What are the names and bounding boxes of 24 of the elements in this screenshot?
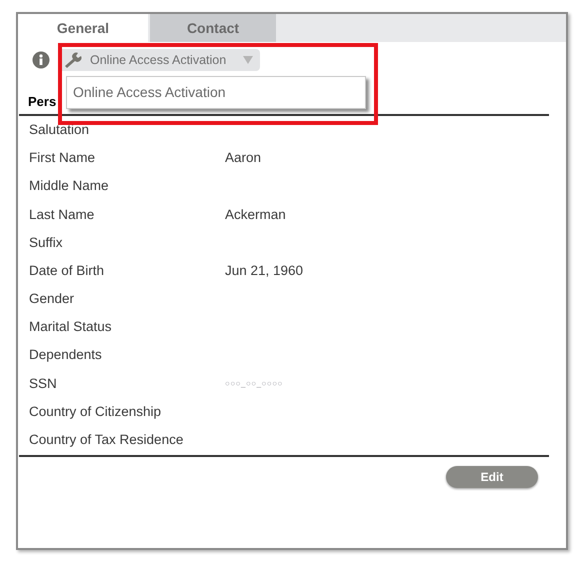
section-title: Pers — [28, 93, 56, 111]
field-value: Aaron — [225, 149, 262, 168]
field-label: Gender — [29, 290, 76, 308]
field-label: SSN — [29, 374, 58, 393]
field-label: Last Name — [29, 206, 96, 224]
field-label: Dependents — [29, 346, 103, 364]
field-label: Middle Name — [29, 177, 110, 196]
field-label: Country of Tax Residence — [29, 431, 184, 450]
field-label: First Name — [29, 149, 96, 168]
field-label: Marital Status — [29, 318, 113, 336]
wrench-icon — [64, 52, 82, 68]
tab[interactable]: Contact — [150, 14, 276, 42]
info-icon[interactable] — [32, 51, 50, 69]
field-value: Jun 21, 1960 — [225, 262, 304, 280]
field-label: Country of Citizenship — [29, 402, 162, 421]
edit-button[interactable]: Edit — [446, 466, 538, 488]
field-label: Salutation — [29, 120, 90, 139]
field-label: Date of Birth — [29, 262, 106, 280]
dropdown-label: Online Access Activation — [90, 52, 226, 69]
field-label: Suffix — [29, 234, 64, 252]
tab[interactable]: General — [18, 14, 148, 42]
field-value: Ackerman — [225, 206, 286, 224]
field-value: ○○○_○○_○○○○ — [225, 378, 283, 390]
menu-item[interactable]: Online Access Activation — [67, 77, 365, 108]
